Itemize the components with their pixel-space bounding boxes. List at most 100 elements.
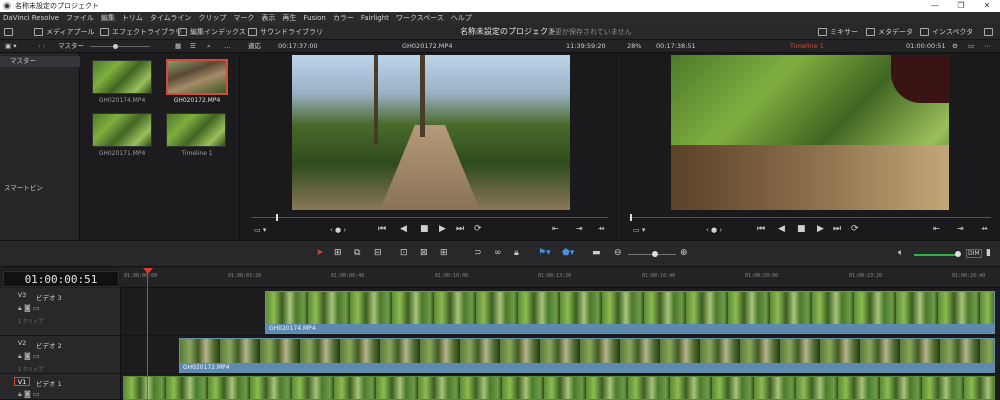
match-frame-icon[interactable]: ⇸ — [598, 224, 605, 233]
tl-loop-icon[interactable]: ⟳ — [851, 224, 859, 234]
media-pool-button[interactable]: メディアプール — [34, 26, 95, 37]
list-view-icon[interactable]: ☰ — [190, 42, 196, 51]
sound-library-button[interactable]: サウンドライブラリ — [248, 26, 323, 37]
track-header-v2[interactable]: V2 ビデオ 2 🔒︎ ◙ ▭ 1 クリップ — [0, 336, 121, 374]
nav-arrows-icon[interactable]: ‹ › — [38, 42, 45, 51]
zoom-full-icon[interactable]: ▬ — [592, 248, 601, 258]
close-icon[interactable]: ✕ — [974, 0, 1000, 12]
inspector-button[interactable]: インスペクタ — [920, 26, 973, 37]
edit-index-button[interactable]: 編集インデックス — [178, 26, 246, 37]
smart-bins-header[interactable]: スマートビン — [4, 182, 43, 192]
menu-trim[interactable]: トリム — [122, 13, 143, 23]
flag-icon[interactable]: ⚑▾ — [538, 248, 551, 258]
selection-tool-icon[interactable]: ➤ — [316, 248, 324, 258]
speaker-icon[interactable]: 🔈︎ — [898, 248, 903, 258]
timeline-scrub-bar[interactable] — [629, 217, 991, 218]
timeline-name[interactable]: Timeline 1 — [790, 42, 824, 51]
metadata-button[interactable]: メタデータ — [866, 26, 913, 37]
timeline-scrub-handle[interactable] — [630, 214, 632, 221]
volume-slider[interactable] — [914, 254, 958, 256]
meter-icon[interactable]: ▮ — [986, 248, 991, 258]
overwrite-clip-icon[interactable]: ⊠ — [420, 248, 428, 258]
position-lock-icon[interactable]: 🔒︎ — [514, 248, 519, 258]
menu-view[interactable]: 表示 — [261, 13, 275, 23]
timeline-view-options-icon[interactable]: ▭ ▾ — [633, 226, 645, 234]
skip-forward-icon[interactable]: ⏭ — [456, 224, 464, 234]
track-controls-icons[interactable]: 🔒︎ ◙ ▭ — [18, 390, 40, 399]
menu-timeline[interactable]: タイムライン — [150, 13, 192, 23]
tl-play-reverse-icon[interactable]: ◀ — [778, 224, 785, 234]
panel-toggle-icon[interactable] — [4, 26, 13, 37]
snapping-icon[interactable]: ⊃ — [474, 248, 482, 258]
out-point-icon[interactable]: ⇥ — [576, 224, 583, 233]
menu-fairlight[interactable]: Fairlight — [361, 14, 389, 22]
cinema-view-icon[interactable]: ▭ — [968, 42, 974, 51]
tl-skip-back-icon[interactable]: ⏮ — [757, 224, 765, 234]
stop-icon[interactable]: ■ — [420, 224, 429, 234]
options-icon[interactable]: … — [224, 42, 231, 51]
sidebar-toggle-icon[interactable]: ▣ ▾ — [5, 42, 16, 51]
maximize-icon[interactable]: ❐ — [948, 0, 974, 12]
thumb-size-slider[interactable] — [90, 46, 150, 47]
menu-file[interactable]: ファイル — [66, 13, 94, 23]
source-scrub-handle[interactable] — [276, 214, 278, 221]
insert-clip-icon[interactable]: ⊡ — [400, 248, 408, 258]
media-thumbnail[interactable] — [166, 59, 228, 95]
trim-tool-icon[interactable]: ⊞ — [334, 248, 342, 258]
track-controls-icons[interactable]: 🔒︎ ◙ ▭ — [18, 304, 40, 313]
more-icon[interactable]: ⋯ — [984, 42, 991, 51]
media-thumbnail[interactable] — [92, 113, 152, 147]
source-jog-icon[interactable]: ‹ ● › — [330, 226, 346, 234]
tl-stop-icon[interactable]: ■ — [797, 224, 806, 234]
zoom-out-icon[interactable]: ⊖ — [614, 248, 622, 258]
thumb-size-handle[interactable] — [113, 44, 118, 49]
menu-fusion[interactable]: Fusion — [303, 14, 325, 22]
track-id[interactable]: V1 — [14, 377, 30, 386]
dim-button[interactable]: DIM — [966, 249, 982, 258]
in-point-icon[interactable]: ⇤ — [552, 224, 559, 233]
expand-icon[interactable] — [984, 26, 993, 37]
search-icon[interactable]: ⌕ — [207, 42, 211, 51]
menu-help[interactable]: ヘルプ — [451, 13, 472, 23]
timeline-ruler[interactable]: 01:00:00:00 01:00:03:20 01:00:06:40 01:0… — [121, 268, 1000, 288]
menu-mark[interactable]: マーク — [233, 13, 254, 23]
replace-clip-icon[interactable]: ⊞ — [440, 248, 448, 258]
zoom-slider-handle[interactable] — [652, 251, 658, 257]
menu-color[interactable]: カラー — [333, 13, 354, 23]
timeline-timecode[interactable]: 01:00:00:51 — [3, 271, 119, 287]
playhead-handle[interactable] — [143, 268, 153, 274]
tl-out-point-icon[interactable]: ⇥ — [957, 224, 964, 233]
zoom-in-icon[interactable]: ⊕ — [680, 248, 688, 258]
tl-play-icon[interactable]: ▶ — [817, 224, 824, 234]
grid-view-icon[interactable]: ▦ — [175, 42, 181, 51]
settings-icon[interactable]: ⚙ — [952, 42, 958, 51]
source-view-options-icon[interactable]: ▭ ▾ — [254, 226, 266, 234]
track-header-v3[interactable]: V3 ビデオ 3 🔒︎ ◙ ▭ 1 クリップ — [0, 288, 121, 336]
playhead[interactable] — [147, 268, 148, 400]
timeline-clip[interactable]: GH020172.MP4 — [179, 338, 995, 373]
menu-davinci[interactable]: DaVinci Resolve — [3, 14, 59, 22]
track-header-v1[interactable]: V1 ビデオ 1 🔒︎ ◙ ▭ — [0, 374, 121, 400]
tl-match-frame-icon[interactable]: ⇸ — [981, 224, 988, 233]
minimize-icon[interactable]: — — [922, 0, 948, 12]
dynamic-trim-icon[interactable]: ⧉ — [354, 248, 360, 258]
source-video-frame[interactable] — [292, 55, 570, 210]
tl-skip-forward-icon[interactable]: ⏭ — [833, 224, 841, 234]
zoom-dropdown[interactable]: 28% — [627, 42, 641, 51]
source-scrub-bar[interactable] — [252, 217, 608, 218]
marker-icon[interactable]: ⬟▾ — [562, 248, 574, 258]
skip-back-icon[interactable]: ⏮ — [378, 224, 386, 234]
linked-selection-icon[interactable]: ∞ — [494, 248, 502, 258]
bin-master[interactable]: マスター — [0, 56, 80, 67]
play-icon[interactable]: ▶ — [439, 224, 446, 234]
timeline-video-frame[interactable] — [671, 55, 949, 210]
fit-dropdown[interactable]: 適応 — [248, 42, 261, 51]
timeline-clip[interactable]: GH020174.MP4 — [265, 291, 995, 334]
tl-in-point-icon[interactable]: ⇤ — [933, 224, 940, 233]
loop-icon[interactable]: ⟳ — [474, 224, 482, 234]
media-thumbnail[interactable] — [92, 60, 152, 94]
timeline-thumbnail[interactable] — [166, 113, 226, 147]
menu-clip[interactable]: クリップ — [198, 13, 226, 23]
volume-handle[interactable] — [955, 251, 961, 257]
play-reverse-icon[interactable]: ◀ — [400, 224, 407, 234]
